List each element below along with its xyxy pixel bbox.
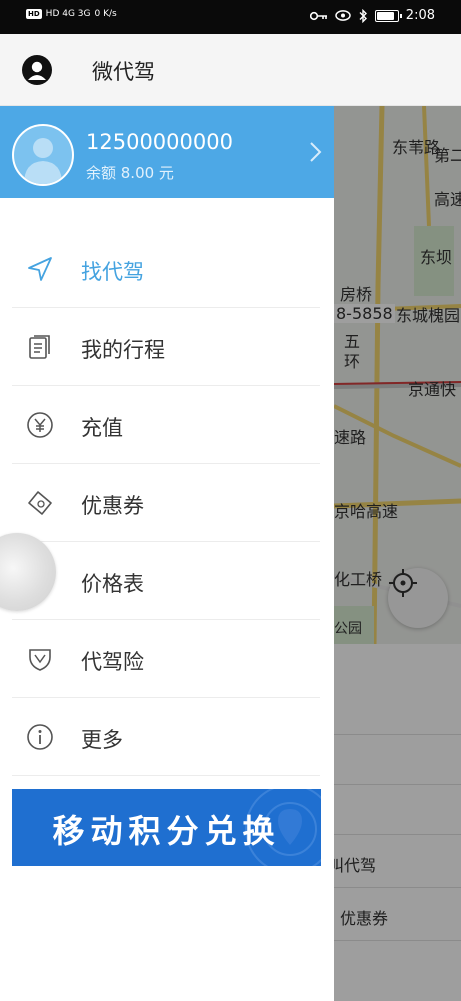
menu-item-recharge[interactable]: 充值	[12, 386, 320, 464]
hd-badge: HD	[26, 9, 42, 19]
avatar	[12, 124, 74, 186]
menu-item-my-trips[interactable]: 我的行程	[12, 308, 320, 386]
clock: 2:08	[405, 8, 435, 23]
bluetooth-icon	[359, 8, 367, 23]
app-bar: 微代驾	[0, 34, 461, 106]
network-indicators: HD HD 4G 3G 0 K/s	[26, 9, 117, 19]
menu-item-insurance[interactable]: 代驾险	[12, 620, 320, 698]
drawer-scrim[interactable]	[334, 106, 461, 1001]
network-label: HD 4G 3G	[45, 9, 91, 19]
user-circle-icon[interactable]	[22, 55, 52, 85]
menu-item-more[interactable]: 更多	[12, 698, 320, 776]
menu-item-label: 更多	[81, 728, 123, 752]
coupon-icon	[28, 491, 52, 515]
speed-label: 0 K/s	[94, 9, 117, 19]
drawer-menu: 找代驾 我的行程 充值 优惠券 价格表 代驾险 更多	[12, 230, 320, 776]
menu-item-label: 我的行程	[81, 338, 165, 362]
menu-item-label: 价格表	[81, 572, 144, 596]
user-silhouette-icon	[24, 138, 62, 184]
trip-document-icon	[29, 335, 50, 359]
yen-circle-icon	[27, 412, 53, 438]
menu-item-label: 优惠券	[81, 494, 144, 518]
menu-item-find-driver[interactable]: 找代驾	[12, 230, 320, 308]
shield-icon	[29, 649, 51, 671]
menu-item-price-list[interactable]: 价格表	[12, 542, 320, 620]
menu-item-label: 找代驾	[81, 260, 144, 284]
chevron-right-icon	[310, 142, 322, 162]
account-balance: 余额 8.00 元	[86, 164, 174, 182]
banner-text: 移动积分兑换	[52, 812, 281, 850]
key-icon	[309, 11, 327, 20]
battery-icon	[374, 9, 402, 22]
user-phone: 12500000000	[86, 130, 233, 154]
menu-item-label: 代驾险	[81, 650, 144, 674]
menu-item-coupons[interactable]: 优惠券	[12, 464, 320, 542]
info-circle-icon	[27, 724, 53, 750]
app-title: 微代驾	[92, 60, 155, 84]
eye-icon	[335, 10, 351, 21]
navigation-arrow-icon	[28, 257, 52, 281]
menu-item-label: 充值	[81, 416, 123, 440]
status-bar: HD HD 4G 3G 0 K/s 2:08	[0, 0, 461, 34]
points-exchange-banner[interactable]: 移动积分兑换	[12, 789, 321, 866]
drawer-header[interactable]: 12500000000 余额 8.00 元	[0, 106, 334, 198]
